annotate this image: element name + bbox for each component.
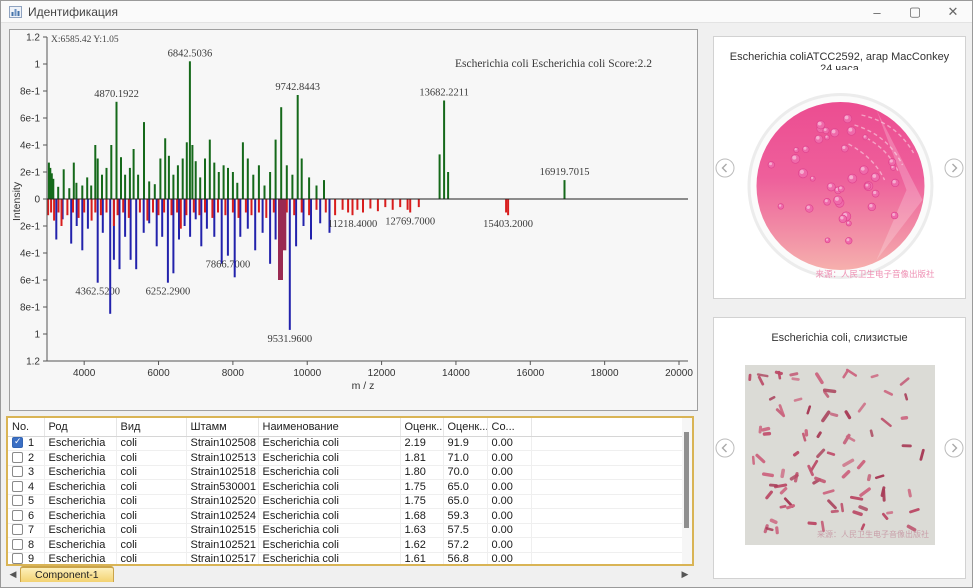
svg-text:8000: 8000	[222, 368, 245, 379]
svg-text:4000: 4000	[73, 368, 96, 379]
microscopy-caption: Escherichia coli, слизистые	[714, 332, 965, 344]
table-row[interactable]: 3EscherichiacoliStrain102518Escherichia …	[8, 465, 684, 480]
spectrum-svg[interactable]: 4870.1922 6842.5036 9742.8443 13682.2211 169…	[10, 30, 697, 410]
svg-text:X:6585.42 Y:1.05: X:6585.42 Y:1.05	[51, 35, 119, 45]
svg-text:1: 1	[34, 330, 40, 341]
svg-text:11218.4000: 11218.4000	[328, 219, 378, 230]
column-header-6[interactable]: Оценк...	[443, 418, 487, 436]
spectrum-chart-panel: 4870.1922 6842.5036 9742.8443 13682.2211 169…	[9, 29, 698, 411]
svg-text:0: 0	[34, 195, 40, 206]
svg-text:12000: 12000	[368, 368, 396, 379]
svg-text:9531.9600: 9531.9600	[267, 334, 312, 345]
svg-text:13682.2211: 13682.2211	[419, 88, 469, 99]
agar-prev-button[interactable]	[715, 158, 735, 178]
svg-text:1: 1	[34, 60, 40, 71]
agar-plate-image: 来源：人民卫生电子音像出版社	[726, 70, 953, 297]
row-checkbox[interactable]	[12, 510, 23, 521]
app-chart-icon	[9, 6, 22, 18]
table-row[interactable]: 1EscherichiacoliStrain102508Escherichia …	[8, 436, 684, 451]
table-row[interactable]: 7EscherichiacoliStrain102515Escherichia …	[8, 523, 684, 538]
svg-text:6252.2900: 6252.2900	[146, 287, 191, 298]
svg-text:6000: 6000	[147, 368, 170, 379]
microscopy-image: 来源：人民卫生电子音像出版社	[745, 365, 935, 550]
results-table-header: No.РодВидШтаммНаименованиеОценк...Оценк.…	[8, 418, 684, 436]
svg-text:8e-1: 8e-1	[20, 303, 40, 314]
svg-text:1.2: 1.2	[26, 33, 40, 44]
svg-text:12769.7000: 12769.7000	[385, 217, 435, 228]
table-row[interactable]: 5EscherichiacoliStrain102520Escherichia …	[8, 494, 684, 509]
table-row[interactable]: 2EscherichiacoliStrain102513Escherichia …	[8, 451, 684, 466]
agar-next-button[interactable]	[944, 158, 964, 178]
svg-text:16919.7015: 16919.7015	[540, 167, 590, 178]
microscopy-watermark: 来源：人民卫生电子音像出版社	[817, 529, 929, 539]
titlebar: Идентификация – ▢ ✕	[1, 1, 972, 23]
row-checkbox-checked[interactable]	[12, 437, 23, 448]
svg-text:9742.8443: 9742.8443	[275, 82, 320, 93]
row-checkbox[interactable]	[12, 524, 23, 535]
table-row[interactable]: 9EscherichiacoliStrain102517Escherichia …	[8, 552, 684, 566]
svg-text:16000: 16000	[516, 368, 544, 379]
tab-scroll-left-icon[interactable]: ◀	[6, 566, 20, 582]
agar-watermark: 来源：人民卫生电子音像出版社	[815, 269, 935, 279]
svg-text:4870.1922: 4870.1922	[94, 89, 139, 100]
svg-text:4362.5200: 4362.5200	[75, 287, 120, 298]
svg-text:20000: 20000	[665, 368, 693, 379]
svg-text:Intensity: Intensity	[11, 181, 23, 221]
column-header-5[interactable]: Оценк...	[400, 418, 443, 436]
table-row[interactable]: 4EscherichiacoliStrain530001Escherichia …	[8, 480, 684, 495]
table-scrollbar-thumb[interactable]	[684, 432, 689, 528]
microscopy-next-button[interactable]	[944, 438, 964, 458]
svg-text:2e-1: 2e-1	[20, 168, 40, 179]
column-header-4[interactable]: Наименование	[258, 418, 400, 436]
svg-text:15403.2000: 15403.2000	[483, 219, 533, 230]
table-row[interactable]: 8EscherichiacoliStrain102521Escherichia …	[8, 538, 684, 553]
table-scrollbar[interactable]	[682, 418, 692, 564]
table-row[interactable]: 6EscherichiacoliStrain102524Escherichia …	[8, 509, 684, 524]
results-table-panel: No.РодВидШтаммНаименованиеОценк...Оценк.…	[6, 416, 694, 566]
column-header-0[interactable]: No.	[8, 418, 44, 436]
svg-text:14000: 14000	[442, 368, 470, 379]
svg-text:m / z: m / z	[352, 380, 375, 392]
row-checkbox[interactable]	[12, 495, 23, 506]
column-header-7[interactable]: Со...	[487, 418, 531, 436]
tab-component-1[interactable]: Component-1	[20, 566, 114, 582]
tab-scroll-right-icon[interactable]: ▶	[678, 566, 692, 582]
window-title: Идентификация	[28, 5, 118, 19]
row-checkbox[interactable]	[12, 452, 23, 463]
minimize-button[interactable]: –	[858, 1, 896, 23]
column-header-3[interactable]: Штамм	[186, 418, 258, 436]
agar-plate-card: Escherichia coliATCC2592, агар MacConkey…	[713, 36, 966, 299]
column-header-1[interactable]: Род	[44, 418, 116, 436]
tab-strip: ◀ Component-1 ▶	[6, 566, 694, 584]
svg-text:4e-1: 4e-1	[20, 249, 40, 260]
maximize-button[interactable]: ▢	[896, 1, 934, 23]
main-area: 4870.1922 6842.5036 9742.8443 13682.2211 169…	[1, 23, 972, 587]
svg-text:6842.5036: 6842.5036	[168, 48, 213, 59]
svg-text:4e-1: 4e-1	[20, 141, 40, 152]
identification-window: Идентификация – ▢ ✕ 4870.1922 6842.5036 97…	[0, 0, 973, 588]
svg-text:7866.7000: 7866.7000	[206, 260, 251, 271]
microscopy-prev-button[interactable]	[715, 438, 735, 458]
svg-text:18000: 18000	[591, 368, 619, 379]
svg-text:10000: 10000	[293, 368, 321, 379]
svg-text:6e-1: 6e-1	[20, 114, 40, 125]
svg-text:1.2: 1.2	[26, 357, 40, 368]
svg-text:2e-1: 2e-1	[20, 222, 40, 233]
svg-text:Escherichia coli Escherichia c: Escherichia coli Escherichia coli Score:…	[455, 58, 652, 70]
svg-text:8e-1: 8e-1	[20, 87, 40, 98]
results-table: No.РодВидШтаммНаименованиеОценк...Оценк.…	[8, 418, 685, 566]
column-header-8[interactable]	[531, 418, 684, 436]
microscopy-card: Escherichia coli, слизистые 来源：人民卫生电子音像出…	[713, 317, 966, 579]
row-checkbox[interactable]	[12, 466, 23, 477]
close-button[interactable]: ✕	[934, 1, 972, 23]
row-checkbox[interactable]	[12, 481, 23, 492]
row-checkbox[interactable]	[12, 553, 23, 564]
svg-text:6e-1: 6e-1	[20, 276, 40, 287]
row-checkbox[interactable]	[12, 539, 23, 550]
column-header-2[interactable]: Вид	[116, 418, 186, 436]
reference-images-column: Escherichia coliATCC2592, агар MacConkey…	[701, 23, 972, 587]
